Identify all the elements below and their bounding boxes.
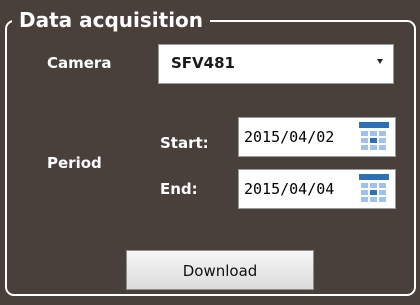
end-date-input[interactable] — [239, 170, 355, 208]
camera-label: Camera — [47, 54, 112, 72]
camera-select[interactable]: SFV481 — [158, 44, 394, 84]
period-label: Period — [47, 154, 102, 172]
chevron-down-icon — [377, 59, 383, 64]
start-date-field[interactable] — [238, 117, 396, 157]
download-button[interactable]: Download — [126, 250, 314, 290]
data-acquisition-panel: Data acquisition Camera SFV481 Start: Pe… — [0, 0, 420, 305]
group-title: Data acquisition — [12, 4, 211, 38]
start-label: Start: — [160, 134, 209, 152]
end-label: End: — [160, 180, 198, 198]
calendar-icon[interactable] — [359, 174, 389, 204]
end-date-field[interactable] — [238, 169, 396, 209]
start-date-input[interactable] — [239, 118, 355, 156]
camera-selected-value: SFV481 — [171, 54, 235, 72]
calendar-icon[interactable] — [359, 122, 389, 152]
